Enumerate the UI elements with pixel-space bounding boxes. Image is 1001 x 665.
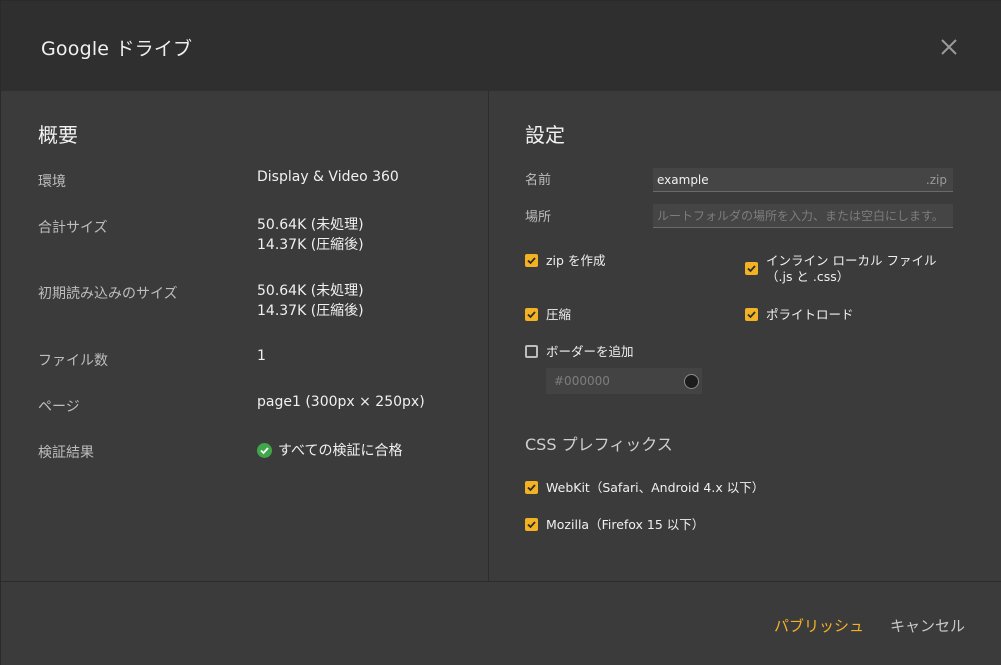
settings-panel: 設定 名前 .zip 場所 zip を作成 インライン ローカル ファイル（.j… xyxy=(490,91,1001,581)
create-zip-checkbox[interactable] xyxy=(525,254,538,267)
polite-load-checkbox[interactable] xyxy=(745,308,758,321)
mozilla-checkbox[interactable] xyxy=(525,518,538,531)
validation-value: すべての検証に合格 xyxy=(257,441,402,461)
validation-text: すべての検証に合格 xyxy=(278,443,403,459)
inline-local-files-label: インライン ローカル ファイル（.js と .css） xyxy=(766,253,937,284)
border-color-input: #000000 xyxy=(554,374,610,388)
dialog-title: Google ドライブ xyxy=(41,38,193,60)
inline-local-files-checkbox[interactable] xyxy=(745,262,758,275)
initial-load-value: 50.64K (未処理) 14.37K (圧縮後) xyxy=(257,281,364,321)
polite-load-label: ポライトロード xyxy=(766,307,854,322)
environment-label: 環境 xyxy=(38,174,66,190)
total-size-label: 合計サイズ xyxy=(38,220,108,236)
pages-value: page1 (300px × 250px) xyxy=(257,394,425,410)
zip-suffix: .zip xyxy=(925,173,947,187)
webkit-label: WebKit（Safari、Android 4.x 以下） xyxy=(546,480,765,495)
environment-value: Display & Video 360 xyxy=(257,169,399,185)
create-zip-label: zip を作成 xyxy=(546,253,606,268)
initial-load-label: 初期読み込みのサイズ xyxy=(38,286,178,302)
check-circle-icon xyxy=(257,443,272,458)
name-input[interactable] xyxy=(657,171,917,189)
initial-load-raw: 50.64K (未処理) xyxy=(257,283,364,299)
pages-label: ページ xyxy=(38,399,80,415)
webkit-checkbox[interactable] xyxy=(525,481,538,494)
total-size-compressed: 14.37K (圧縮後) xyxy=(257,237,364,253)
publish-dialog: Google ドライブ 概要 環境 Display & Video 360 合計… xyxy=(0,0,1001,665)
total-size-raw: 50.64K (未処理) xyxy=(257,217,364,233)
summary-panel: 概要 環境 Display & Video 360 合計サイズ 50.64K (… xyxy=(1,91,489,581)
css-prefix-heading: CSS プレフィックス xyxy=(525,435,673,454)
publish-button[interactable]: パブリッシュ xyxy=(774,615,864,636)
dialog-titlebar: Google ドライブ xyxy=(1,1,1001,91)
settings-heading: 設定 xyxy=(525,123,565,147)
add-border-label: ボーダーを追加 xyxy=(546,344,634,359)
mozilla-label: Mozilla（Firefox 15 以下） xyxy=(546,517,705,532)
validation-label: 検証結果 xyxy=(38,445,94,461)
border-color-field[interactable]: #000000 xyxy=(546,368,702,394)
file-count-label: ファイル数 xyxy=(38,353,108,369)
compress-label: 圧縮 xyxy=(546,307,572,322)
summary-heading: 概要 xyxy=(38,123,78,147)
location-label: 場所 xyxy=(525,210,552,225)
location-input[interactable] xyxy=(657,207,949,225)
compress-checkbox[interactable] xyxy=(525,308,538,321)
close-icon[interactable] xyxy=(937,35,961,59)
add-border-checkbox[interactable] xyxy=(525,345,538,358)
total-size-value: 50.64K (未処理) 14.37K (圧縮後) xyxy=(257,215,364,255)
color-swatch-icon[interactable] xyxy=(684,374,699,389)
cancel-button[interactable]: キャンセル xyxy=(890,615,965,636)
name-field: .zip xyxy=(653,168,953,192)
name-label: 名前 xyxy=(525,173,552,188)
initial-load-compressed: 14.37K (圧縮後) xyxy=(257,303,364,319)
file-count-value: 1 xyxy=(257,348,266,364)
location-field xyxy=(653,204,953,228)
dialog-footer: パブリッシュ キャンセル xyxy=(1,581,1001,665)
